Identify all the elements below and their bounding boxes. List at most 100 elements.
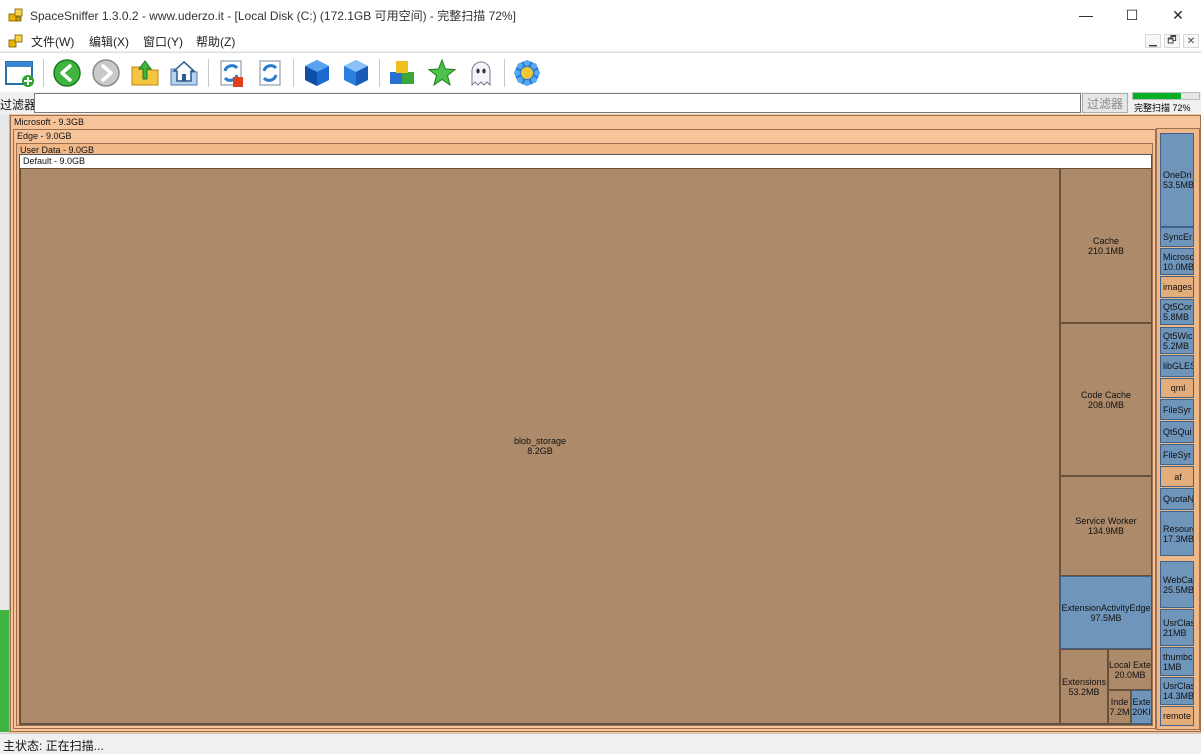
file-exte[interactable]: Exte 20KI (1131, 690, 1151, 724)
sidebar-item-qt5core[interactable]: Qt5Cor 5.8MB (1160, 299, 1194, 325)
toolbar (0, 52, 1201, 92)
close-button[interactable]: ✕ (1155, 0, 1201, 30)
service-worker-name: Service Worker (1075, 516, 1137, 526)
minimize-button[interactable]: — (1063, 0, 1109, 30)
sidebar-item-qt5quick[interactable]: Qt5Qui (1160, 421, 1194, 443)
code-cache-name: Code Cache (1080, 389, 1132, 400)
toolbar-separator (293, 59, 294, 87)
extension-activity-name: ExtensionActivityEdge (1061, 602, 1151, 613)
ghost-button[interactable] (464, 56, 498, 90)
back-button[interactable] (50, 56, 84, 90)
sidebar-item-name: qml (1170, 383, 1186, 393)
sidebar-item-af[interactable]: af (1160, 466, 1194, 487)
back-arrow-icon (53, 59, 81, 87)
sidebar-item-usrclass-2[interactable]: UsrClass 14.3MB (1160, 677, 1194, 705)
parent-folder-button[interactable] (128, 56, 162, 90)
local-extension-name: Local Exte (1108, 659, 1152, 670)
treemap[interactable]: Microsoft - 9.3GB Edge - 9.0GB User Data… (10, 114, 1201, 733)
sidebar-item-qt5widgets[interactable]: Qt5Wic 5.2MB (1160, 327, 1194, 354)
sidebar-item-syncengine[interactable]: SyncEr (1160, 227, 1194, 247)
blue-cube-button[interactable] (300, 56, 334, 90)
folder-extensions[interactable]: Extensions 53.2MB (1060, 649, 1108, 724)
toolbar-separator (379, 59, 380, 87)
sidebar-item-images[interactable]: images (1160, 276, 1194, 298)
file-extension-activity-edge[interactable]: ExtensionActivityEdge 97.5MB (1060, 576, 1151, 649)
new-view-button[interactable] (3, 56, 37, 90)
sidebar-item-name: thumbc (1163, 651, 1193, 662)
color-boxes-icon (390, 61, 414, 84)
blue-cube-2-icon (344, 60, 368, 86)
app-menu-icon[interactable] (8, 33, 24, 49)
filter-input[interactable] (34, 93, 1081, 113)
folder-microsoft[interactable]: Microsoft - 9.3GB Edge - 9.0GB User Data… (10, 115, 1201, 732)
sidebar-item-webcache[interactable]: WebCa 25.5MB (1160, 561, 1194, 608)
color-boxes-button[interactable] (386, 56, 420, 90)
mdi-restore-button[interactable]: 🗗 (1164, 34, 1180, 48)
menu-edit[interactable]: 编辑(X) (89, 33, 129, 50)
folder-cache[interactable]: Cache 210.1MB (1060, 168, 1151, 323)
ghost-icon (471, 61, 491, 87)
folder-default[interactable]: Default - 9.0GB blob_storage 8.2GB Cache… (19, 154, 1152, 725)
sidebar-item-libgles[interactable]: libGLES (1160, 355, 1194, 377)
index-size: 7.2M (1109, 707, 1130, 717)
sidebar-item-usrclass-1[interactable]: UsrClass 21MB (1160, 609, 1194, 646)
sidebar-item-thumbcache[interactable]: thumbc 1MB (1160, 647, 1194, 676)
sidebar-item-name: af (1174, 471, 1182, 482)
folder-service-worker[interactable]: Service Worker 134.9MB (1060, 476, 1151, 576)
folder-local-extension[interactable]: Local Exte 20.0MB (1108, 649, 1152, 690)
menu-window[interactable]: 窗口(Y) (143, 33, 183, 50)
mdi-close-button[interactable]: ✕ (1183, 34, 1199, 48)
left-strip (0, 114, 10, 733)
sidebar-item-onedrive[interactable]: OneDri 53.5MB (1160, 133, 1194, 227)
sidebar-item-name: WebCa (1163, 574, 1193, 585)
star-button[interactable] (425, 56, 459, 90)
menu-help[interactable]: 帮助(Z) (196, 33, 235, 50)
sidebar-item-name: OneDri (1163, 170, 1192, 180)
new-view-icon (5, 61, 34, 87)
sidebar-item-microsoft[interactable]: Microsc 10.0MB (1160, 248, 1194, 275)
extension-activity-size: 97.5MB (1090, 612, 1122, 623)
refresh-sync-icon (220, 60, 243, 87)
sidebar-item-size: 17.3MB (1163, 533, 1194, 544)
sidebar-item-filesync-1[interactable]: FileSyr (1160, 399, 1194, 420)
forward-button[interactable] (89, 56, 123, 90)
sidebar-item-resources[interactable]: Resource 17.3MB (1160, 511, 1194, 556)
folder-user-data[interactable]: User Data - 9.0GB Default - 9.0GB blob_s… (16, 143, 1153, 726)
sidebar-item-name: images (1163, 282, 1193, 292)
code-cache-size: 208.0MB (1087, 399, 1125, 410)
folder-edge[interactable]: Edge - 9.0GB User Data - 9.0GB Default -… (13, 129, 1156, 729)
sidebar-item-qml[interactable]: qml (1160, 378, 1194, 398)
sidebar-item-name: libGLES (1163, 361, 1194, 371)
refresh-sync-button[interactable] (214, 56, 248, 90)
sidebar-item-filesync-2[interactable]: FileSyr (1160, 444, 1194, 465)
sidebar-item-remote[interactable]: remote (1160, 706, 1194, 726)
menu-file[interactable]: 文件(W) (31, 33, 74, 50)
home-button[interactable] (167, 56, 201, 90)
folder-code-cache[interactable]: Code Cache 208.0MB (1060, 323, 1151, 476)
folder-default-label: Default - 9.0GB (20, 155, 1151, 168)
sidebar-item-size: 10.0MB (1163, 261, 1194, 272)
sidebar-item-name: UsrClass (1163, 681, 1193, 691)
sidebar-item-size: 21MB (1163, 627, 1187, 638)
left-strip-green (0, 610, 9, 732)
folder-index[interactable]: Inde 7.2M (1108, 690, 1131, 724)
folder-blob-storage[interactable]: blob_storage 8.2GB (20, 168, 1060, 724)
sidebar-item-name: FileSyr (1163, 449, 1192, 460)
app-logo-icon (8, 8, 23, 22)
index-name: Inde (1110, 697, 1129, 707)
sidebar-item-size: 5.2MB (1163, 340, 1190, 351)
filter-button[interactable]: 过滤器 (1082, 93, 1128, 113)
blue-cube-icon (305, 60, 329, 86)
toolbar-separator (208, 59, 209, 87)
sidebar-item-quotamanager[interactable]: QuotaN (1160, 488, 1194, 510)
mdi-minimize-button[interactable]: ▁ (1145, 34, 1161, 48)
settings-button[interactable] (510, 56, 544, 90)
title-bar[interactable]: SpaceSniffer 1.3.0.2 - www.uderzo.it - [… (0, 0, 1201, 30)
maximize-button[interactable]: ☐ (1109, 0, 1155, 30)
refresh-button[interactable] (253, 56, 287, 90)
sidebar-item-size: 14.3MB (1163, 691, 1194, 701)
extensions-name: Extensions (1061, 676, 1107, 687)
sidebar-item-name: Resource (1163, 523, 1193, 534)
cache-size: 210.1MB (1087, 245, 1125, 256)
blue-cube-2-button[interactable] (339, 56, 373, 90)
